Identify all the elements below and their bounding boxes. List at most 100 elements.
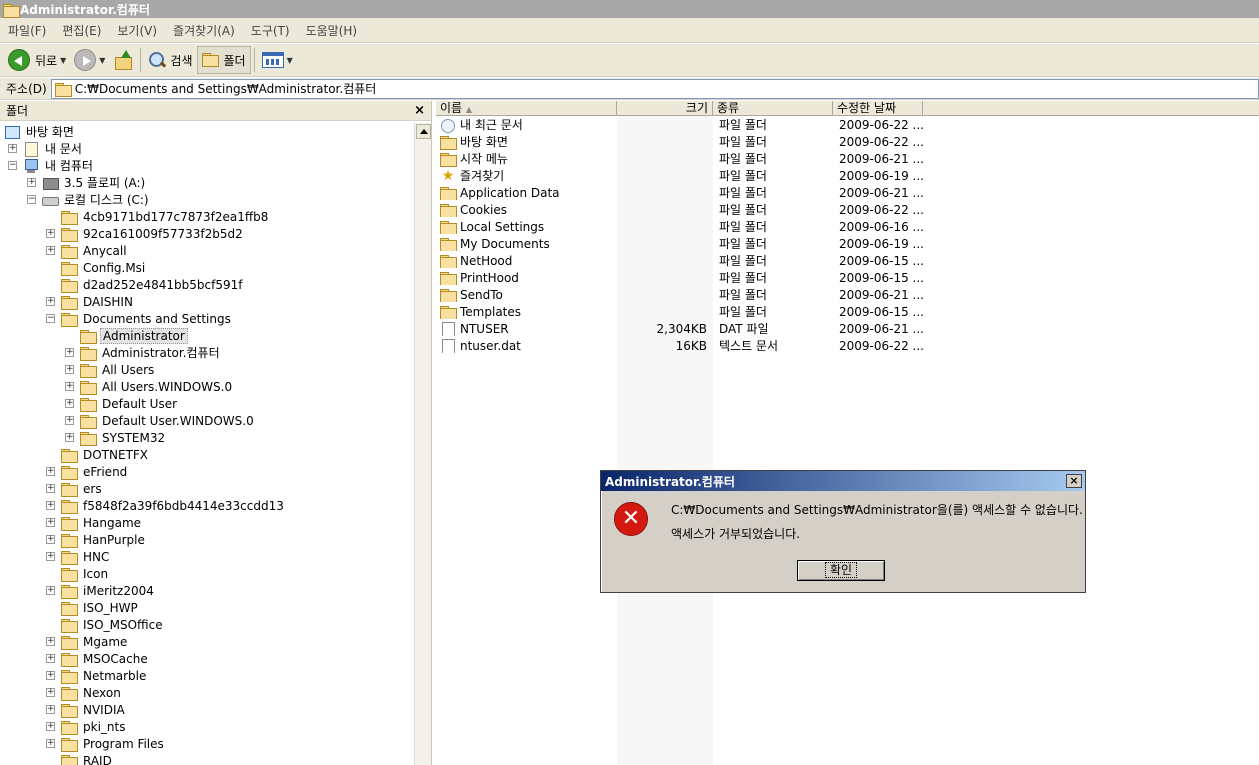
expand-icon[interactable]: + xyxy=(46,671,55,680)
expand-icon[interactable]: + xyxy=(65,416,74,425)
tree-item[interactable]: +92ca161009f57733f2b5d2 xyxy=(46,225,245,242)
expand-icon[interactable]: + xyxy=(46,518,55,527)
list-item[interactable]: SendTo 파일 폴더 2009-06-21 ... xyxy=(436,286,933,303)
tree-item[interactable]: Icon xyxy=(46,565,110,582)
expand-icon[interactable]: + xyxy=(65,382,74,391)
expand-icon[interactable]: + xyxy=(65,365,74,374)
expand-icon[interactable]: + xyxy=(46,246,55,255)
list-item[interactable]: My Documents 파일 폴더 2009-06-19 ... xyxy=(436,235,933,252)
tree-item[interactable]: − 내 컴퓨터 xyxy=(8,157,95,174)
tree-item[interactable]: − 로컬 디스크 (C:) xyxy=(27,191,151,208)
forward-button[interactable]: ▼ xyxy=(70,46,109,74)
tree-item[interactable]: + Program Files xyxy=(46,735,166,752)
tree-item[interactable]: Config.Msi xyxy=(46,259,147,276)
tree-item[interactable]: +3.5 플로피 (A:) xyxy=(27,174,147,191)
list-item[interactable]: ★ 즐겨찾기 파일 폴더 2009-06-19 ... xyxy=(436,167,933,184)
tree-item[interactable]: ISO_MSOffice xyxy=(46,616,165,633)
tree-item[interactable]: + Anycall xyxy=(46,242,129,259)
tree-item[interactable]: + pki_nts xyxy=(46,718,127,735)
up-folder-button[interactable] xyxy=(109,46,137,74)
menu-help[interactable]: 도움말(H) xyxy=(298,22,366,39)
tree-item[interactable]: 바탕 화면 xyxy=(4,123,76,140)
collapse-icon[interactable]: − xyxy=(46,314,55,323)
collapse-icon[interactable]: − xyxy=(8,161,17,170)
tree-item[interactable]: + All Users xyxy=(65,361,156,378)
scroll-up-arrow-icon[interactable] xyxy=(415,124,431,139)
tree-item[interactable]: + NVIDIA xyxy=(46,701,127,718)
menu-view[interactable]: 보기(V) xyxy=(109,22,165,39)
search-button[interactable]: 검색 xyxy=(144,46,196,74)
column-header-type[interactable]: 종류 xyxy=(713,101,833,116)
tree-item[interactable]: + iMeritz2004 xyxy=(46,582,156,599)
address-input[interactable]: C:₩Documents and Settings₩Administrator.… xyxy=(50,78,1259,99)
tree-item[interactable]: + DAISHIN xyxy=(46,293,135,310)
back-dropdown-icon[interactable]: ▼ xyxy=(60,56,66,65)
expand-icon[interactable]: + xyxy=(46,688,55,697)
list-item[interactable]: NetHood 파일 폴더 2009-06-15 ... xyxy=(436,252,933,269)
tree-item[interactable]: ISO_HWP xyxy=(46,599,140,616)
tree-item[interactable]: + eFriend xyxy=(46,463,129,480)
column-header-size[interactable]: 크기 xyxy=(617,101,713,116)
expand-icon[interactable]: + xyxy=(46,229,55,238)
list-item[interactable]: Templates 파일 폴더 2009-06-15 ... xyxy=(436,303,933,320)
column-header-date[interactable]: 수정한 날짜 xyxy=(833,101,923,116)
menu-tools[interactable]: 도구(T) xyxy=(243,22,298,39)
views-button[interactable]: ▼ xyxy=(258,46,297,74)
expand-icon[interactable]: + xyxy=(46,705,55,714)
expand-icon[interactable]: + xyxy=(46,722,55,731)
tree-item[interactable]: 4cb9171bd177c7873f2ea1ffb8 xyxy=(46,208,270,225)
tree-item[interactable]: + Hangame xyxy=(46,514,143,531)
column-header-name[interactable]: 이름 ▲ xyxy=(436,101,617,116)
menu-file[interactable]: 파일(F) xyxy=(0,22,54,39)
tree-item[interactable]: + MSOCache xyxy=(46,650,150,667)
list-item[interactable]: PrintHood 파일 폴더 2009-06-15 ... xyxy=(436,269,933,286)
folder-pane-close-icon[interactable]: × xyxy=(414,103,425,118)
folders-button[interactable]: 폴더 xyxy=(196,46,251,74)
menu-edit[interactable]: 편집(E) xyxy=(54,22,109,39)
tree-item[interactable]: + SYSTEM32 xyxy=(65,429,167,446)
expand-icon[interactable]: + xyxy=(46,586,55,595)
list-item[interactable]: Local Settings 파일 폴더 2009-06-16 ... xyxy=(436,218,933,235)
tree-item[interactable]: + Netmarble xyxy=(46,667,148,684)
tree-item[interactable]: + f5848f2a39f6bdb4414e33ccdd13 xyxy=(46,497,286,514)
tree-item[interactable]: DOTNETFX xyxy=(46,446,150,463)
forward-dropdown-icon[interactable]: ▼ xyxy=(99,56,105,65)
list-item[interactable]: Cookies 파일 폴더 2009-06-22 ... xyxy=(436,201,933,218)
tree-item[interactable]: − Documents and Settings xyxy=(46,310,233,327)
tree-item[interactable]: + HNC xyxy=(46,548,111,565)
expand-icon[interactable]: + xyxy=(8,144,17,153)
list-item[interactable]: 내 최근 문서 파일 폴더 2009-06-22 ... xyxy=(436,116,933,133)
tree-item[interactable]: + Administrator.컴퓨터 xyxy=(65,344,222,361)
list-item[interactable]: NTUSER 2,304KB DAT 파일 2009-06-21 ... xyxy=(436,320,933,337)
list-item[interactable]: Application Data 파일 폴더 2009-06-21 ... xyxy=(436,184,933,201)
expand-icon[interactable]: + xyxy=(46,501,55,510)
tree-item[interactable]: + 내 문서 xyxy=(8,140,84,157)
tree-item[interactable]: + Mgame xyxy=(46,633,129,650)
expand-icon[interactable]: + xyxy=(46,637,55,646)
expand-icon[interactable]: + xyxy=(65,399,74,408)
expand-icon[interactable]: + xyxy=(46,552,55,561)
tree-item[interactable]: + ers xyxy=(46,480,104,497)
expand-icon[interactable]: + xyxy=(65,348,74,357)
back-button[interactable]: 뒤로 ▼ xyxy=(4,46,70,74)
menu-favorites[interactable]: 즐겨찾기(A) xyxy=(165,22,243,39)
expand-icon[interactable]: + xyxy=(46,535,55,544)
views-dropdown-icon[interactable]: ▼ xyxy=(287,56,293,65)
tree-item[interactable]: RAID xyxy=(46,752,114,765)
tree-item[interactable]: + Default User xyxy=(65,395,179,412)
expand-icon[interactable]: + xyxy=(65,433,74,442)
list-item[interactable]: 바탕 화면 파일 폴더 2009-06-22 ... xyxy=(436,133,933,150)
expand-icon[interactable]: + xyxy=(46,484,55,493)
expand-icon[interactable]: + xyxy=(46,654,55,663)
list-item[interactable]: ntuser.dat 16KB 텍스트 문서 2009-06-22 ... xyxy=(436,337,933,354)
expand-icon[interactable]: + xyxy=(46,297,55,306)
folder-tree-scrollbar[interactable] xyxy=(414,123,431,765)
tree-item[interactable]: + Nexon xyxy=(46,684,123,701)
tree-item[interactable]: + HanPurple xyxy=(46,531,147,548)
tree-item[interactable]: + All Users.WINDOWS.0 xyxy=(65,378,234,395)
list-item[interactable]: 시작 메뉴 파일 폴더 2009-06-21 ... xyxy=(436,150,933,167)
tree-item[interactable]: + Default User.WINDOWS.0 xyxy=(65,412,256,429)
ok-button[interactable]: 확인 xyxy=(797,560,885,581)
collapse-icon[interactable]: − xyxy=(27,195,36,204)
tree-item[interactable]: d2ad252e4841bb5bcf591f xyxy=(46,276,245,293)
